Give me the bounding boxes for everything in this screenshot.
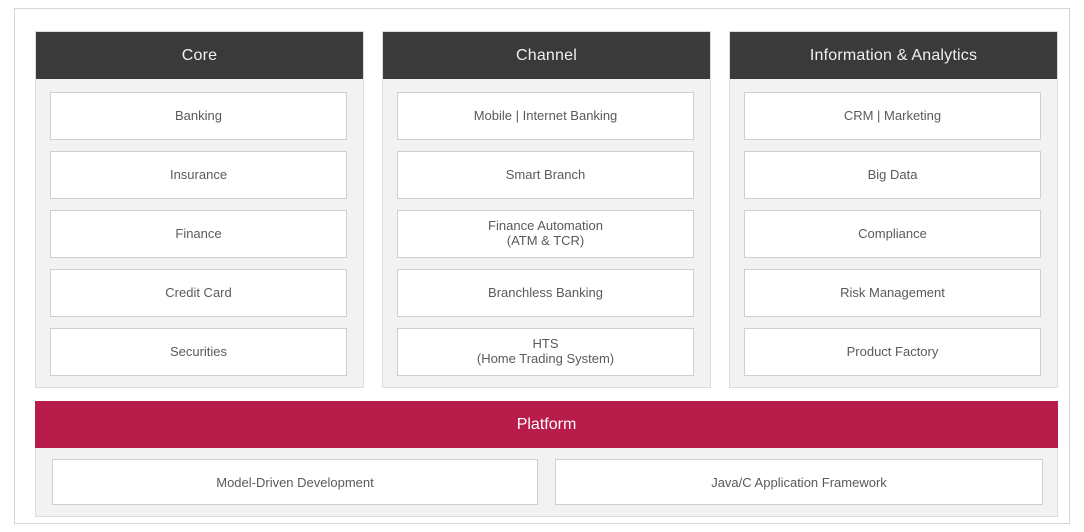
info-item-compliance: Compliance (744, 210, 1041, 258)
info-item-product-factory: Product Factory (744, 328, 1041, 376)
info-item-crm-marketing: CRM | Marketing (744, 92, 1041, 140)
channel-item-smart-branch: Smart Branch (397, 151, 694, 199)
core-item-credit-card: Credit Card (50, 269, 347, 317)
platform-panel: Model-Driven Development Java/C Applicat… (35, 448, 1058, 517)
column-header-channel: Channel (383, 32, 710, 79)
column-header-core: Core (36, 32, 363, 79)
info-item-risk-management: Risk Management (744, 269, 1041, 317)
column-header-information-analytics: Information & Analytics (730, 32, 1057, 79)
platform-item-model-driven-development: Model-Driven Development (52, 459, 538, 505)
core-item-banking: Banking (50, 92, 347, 140)
column-core: Core Banking Insurance Finance Credit Ca… (35, 31, 364, 388)
core-item-insurance: Insurance (50, 151, 347, 199)
column-channel: Channel Mobile | Internet Banking Smart … (382, 31, 711, 388)
channel-item-finance-automation: Finance Automation (ATM & TCR) (397, 210, 694, 258)
column-information-analytics: Information & Analytics CRM | Marketing … (729, 31, 1058, 388)
platform-item-java-c-application-framework: Java/C Application Framework (555, 459, 1043, 505)
channel-item-mobile-internet-banking: Mobile | Internet Banking (397, 92, 694, 140)
core-item-finance: Finance (50, 210, 347, 258)
platform-header: Platform (35, 401, 1058, 448)
core-item-securities: Securities (50, 328, 347, 376)
channel-item-branchless-banking: Branchless Banking (397, 269, 694, 317)
channel-item-hts: HTS (Home Trading System) (397, 328, 694, 376)
info-item-big-data: Big Data (744, 151, 1041, 199)
